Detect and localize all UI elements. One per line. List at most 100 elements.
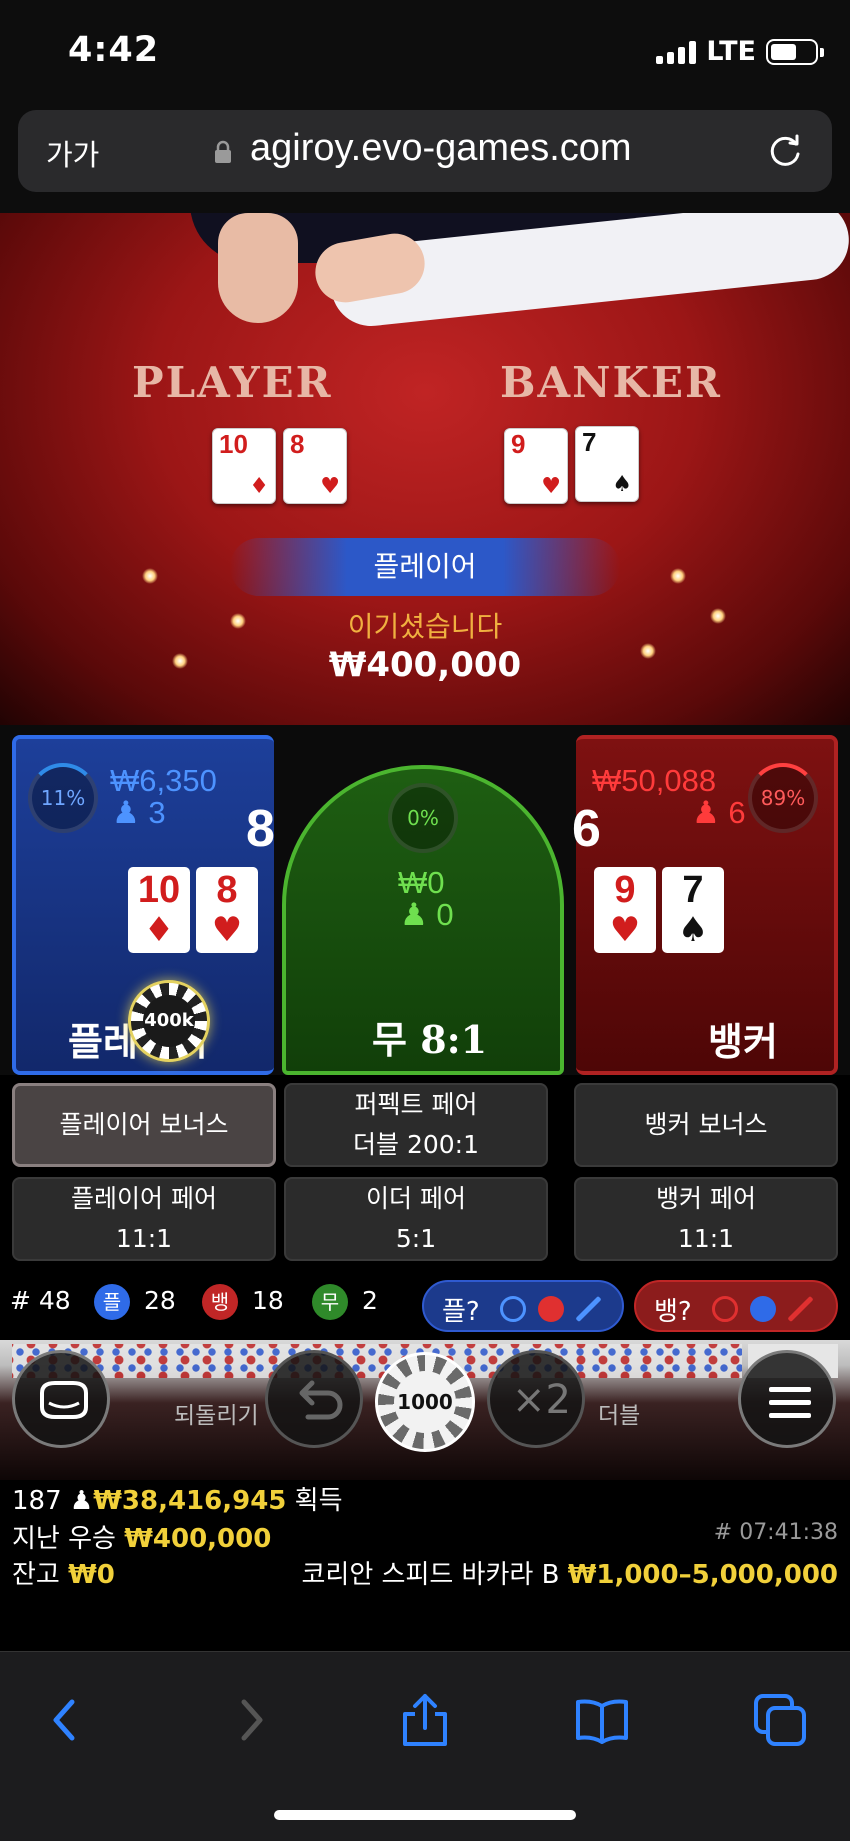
card-suit: ♥ xyxy=(320,474,340,499)
control-bar: 되돌리기 1000 ×2 더블 xyxy=(0,1340,850,1480)
text-size-button[interactable]: 가가 xyxy=(46,132,99,174)
banker-bettor-count: ♟ 6 xyxy=(692,795,746,830)
round-count: # 48 xyxy=(10,1286,71,1315)
table-card: 7 ♠ xyxy=(575,426,639,502)
forward-icon[interactable] xyxy=(222,1692,278,1748)
undo-icon xyxy=(299,1380,343,1420)
lobby-button[interactable] xyxy=(12,1350,110,1448)
bead-road[interactable] xyxy=(12,1344,742,1378)
sparkle xyxy=(670,568,686,584)
player-bettor-count: ♟ 3 xyxy=(112,795,166,830)
sparkle xyxy=(142,568,158,584)
table-info: 코리안 스피드 바카라 B ₩1,000–5,000,000 xyxy=(302,1554,839,1591)
banker-badge: 뱅 xyxy=(202,1284,238,1320)
card-rank: 8 xyxy=(290,429,305,459)
tie-label: 무 8:1 xyxy=(372,1017,488,1062)
online-count: 187 xyxy=(12,1486,62,1516)
last-win-line: 지난 우승 ₩400,000 xyxy=(12,1518,271,1555)
side-bet-either-pair[interactable]: 이더 페어 5:1 xyxy=(284,1177,548,1261)
player-score: 8 xyxy=(246,800,275,858)
round-id: # 07:41:38 xyxy=(713,1520,838,1545)
lobby-icon xyxy=(40,1381,88,1419)
winners-line: 187 ♟₩38,416,945 획득 xyxy=(12,1480,343,1517)
status-time: 4:42 xyxy=(68,30,160,70)
card-suit: ♠ xyxy=(612,472,632,497)
banker-total-bet: ₩50,088 xyxy=(592,763,717,798)
undo-button[interactable] xyxy=(265,1350,363,1448)
winner-text: 플레이어 xyxy=(373,550,477,583)
banker-card: 9 ♥ xyxy=(594,867,656,953)
tie-total-bet: ₩0 xyxy=(398,865,445,900)
browser-address-area: 가가 agiroy.evo-games.com xyxy=(0,105,850,213)
person-icon: ♟ xyxy=(400,897,428,932)
road-summary: # 48 플 28 뱅 18 무 2 플? 뱅? xyxy=(0,1280,850,1332)
player-percent: 11% xyxy=(28,763,98,833)
banker-label: 뱅커 xyxy=(708,1020,778,1064)
card-rank: 9 xyxy=(511,429,526,459)
dealer-hand xyxy=(218,213,298,323)
win-amount: ₩400,000 xyxy=(328,645,522,685)
won-label: 획득 xyxy=(294,1486,343,1516)
reload-icon[interactable] xyxy=(766,132,804,170)
player-win-count: 28 xyxy=(144,1286,176,1315)
cockroach-icon xyxy=(575,1295,602,1323)
card-suit: ♥ xyxy=(541,474,561,499)
network-type: LTE xyxy=(706,36,756,67)
double-icon: ×2 xyxy=(512,1377,571,1423)
table-card: 10 ♦ xyxy=(212,428,276,504)
player-total-bet: ₩6,350 xyxy=(110,763,217,798)
win-message: 이기셨습니다 xyxy=(347,610,503,643)
banker-card: 7 ♠ xyxy=(662,867,724,953)
side-bet-perfect-pair[interactable]: 퍼펙트 페어 더블 200:1 xyxy=(284,1083,548,1167)
cockroach-icon xyxy=(787,1295,814,1323)
share-icon[interactable] xyxy=(397,1692,453,1748)
tie-percent: 0% xyxy=(388,783,458,853)
small-road-icon xyxy=(538,1296,564,1322)
banker-score: 6 xyxy=(572,800,601,858)
menu-button[interactable] xyxy=(738,1350,836,1448)
tie-badge: 무 xyxy=(312,1284,348,1320)
banker-win-count: 18 xyxy=(252,1286,284,1315)
side-bet-banker-pair[interactable]: 뱅커 페어 11:1 xyxy=(574,1177,838,1261)
player-card: 10 ♦ xyxy=(128,867,190,953)
placed-chip-value: 400k xyxy=(143,995,195,1047)
card-suit: ♦ xyxy=(249,474,269,499)
balance-line: 잔고 ₩0 xyxy=(12,1554,115,1591)
signal-icon xyxy=(656,40,697,64)
back-icon[interactable] xyxy=(38,1692,94,1748)
bookmarks-icon[interactable] xyxy=(574,1692,630,1748)
person-icon: ♟ xyxy=(69,1486,94,1516)
address-bar[interactable]: 가가 agiroy.evo-games.com xyxy=(18,110,832,192)
table-banker-label: BANKER xyxy=(500,358,722,407)
total-won: ₩38,416,945 xyxy=(93,1486,287,1516)
winner-banner: 플레이어 xyxy=(230,538,620,596)
lock-icon xyxy=(215,140,231,163)
double-button[interactable]: ×2 xyxy=(487,1350,585,1448)
side-bet-player-bonus[interactable]: 플레이어 보너스 xyxy=(12,1083,276,1167)
side-bet-player-pair[interactable]: 플레이어 페어 11:1 xyxy=(12,1177,276,1261)
placed-chip[interactable]: 400k xyxy=(128,980,210,1062)
status-bar: 4:42 LTE xyxy=(0,0,850,105)
table-name: 코리안 스피드 바카라 B xyxy=(301,1560,560,1590)
tie-bet-spot[interactable]: 0% ₩0 ♟ 0 무 8:1 xyxy=(282,765,564,1075)
banker-prediction-button[interactable]: 뱅? xyxy=(634,1280,838,1332)
table-card: 8 ♥ xyxy=(283,428,347,504)
battery-icon xyxy=(766,38,824,65)
last-win-amount: ₩400,000 xyxy=(124,1524,272,1554)
tie-bettor-count: ♟ 0 xyxy=(400,897,454,932)
chip-value: 1000 xyxy=(394,1371,456,1433)
banker-percent: 89% xyxy=(748,763,818,833)
chip-selector[interactable]: 1000 xyxy=(375,1352,475,1452)
side-bet-banker-bonus[interactable]: 뱅커 보너스 xyxy=(574,1083,838,1167)
banker-bet-spot[interactable]: ₩50,088 ♟ 6 89% 6 9 ♥ 7 ♠ 뱅커 xyxy=(572,735,838,1075)
tie-win-count: 2 xyxy=(362,1286,378,1315)
player-prediction-button[interactable]: 플? xyxy=(422,1280,624,1332)
menu-icon xyxy=(769,1387,811,1418)
url-text[interactable]: agiroy.evo-games.com xyxy=(250,127,632,170)
tabs-icon[interactable] xyxy=(752,1692,808,1748)
undo-label: 되돌리기 xyxy=(174,1403,259,1429)
live-video: PLAYER BANKER 10 ♦ 8 ♥ 9 ♥ 7 ♠ 플레이어 이기셨습… xyxy=(0,213,850,725)
player-card: 8 ♥ xyxy=(196,867,258,953)
balance-label: 잔고 xyxy=(12,1560,60,1590)
table-player-label: PLAYER xyxy=(132,358,333,407)
